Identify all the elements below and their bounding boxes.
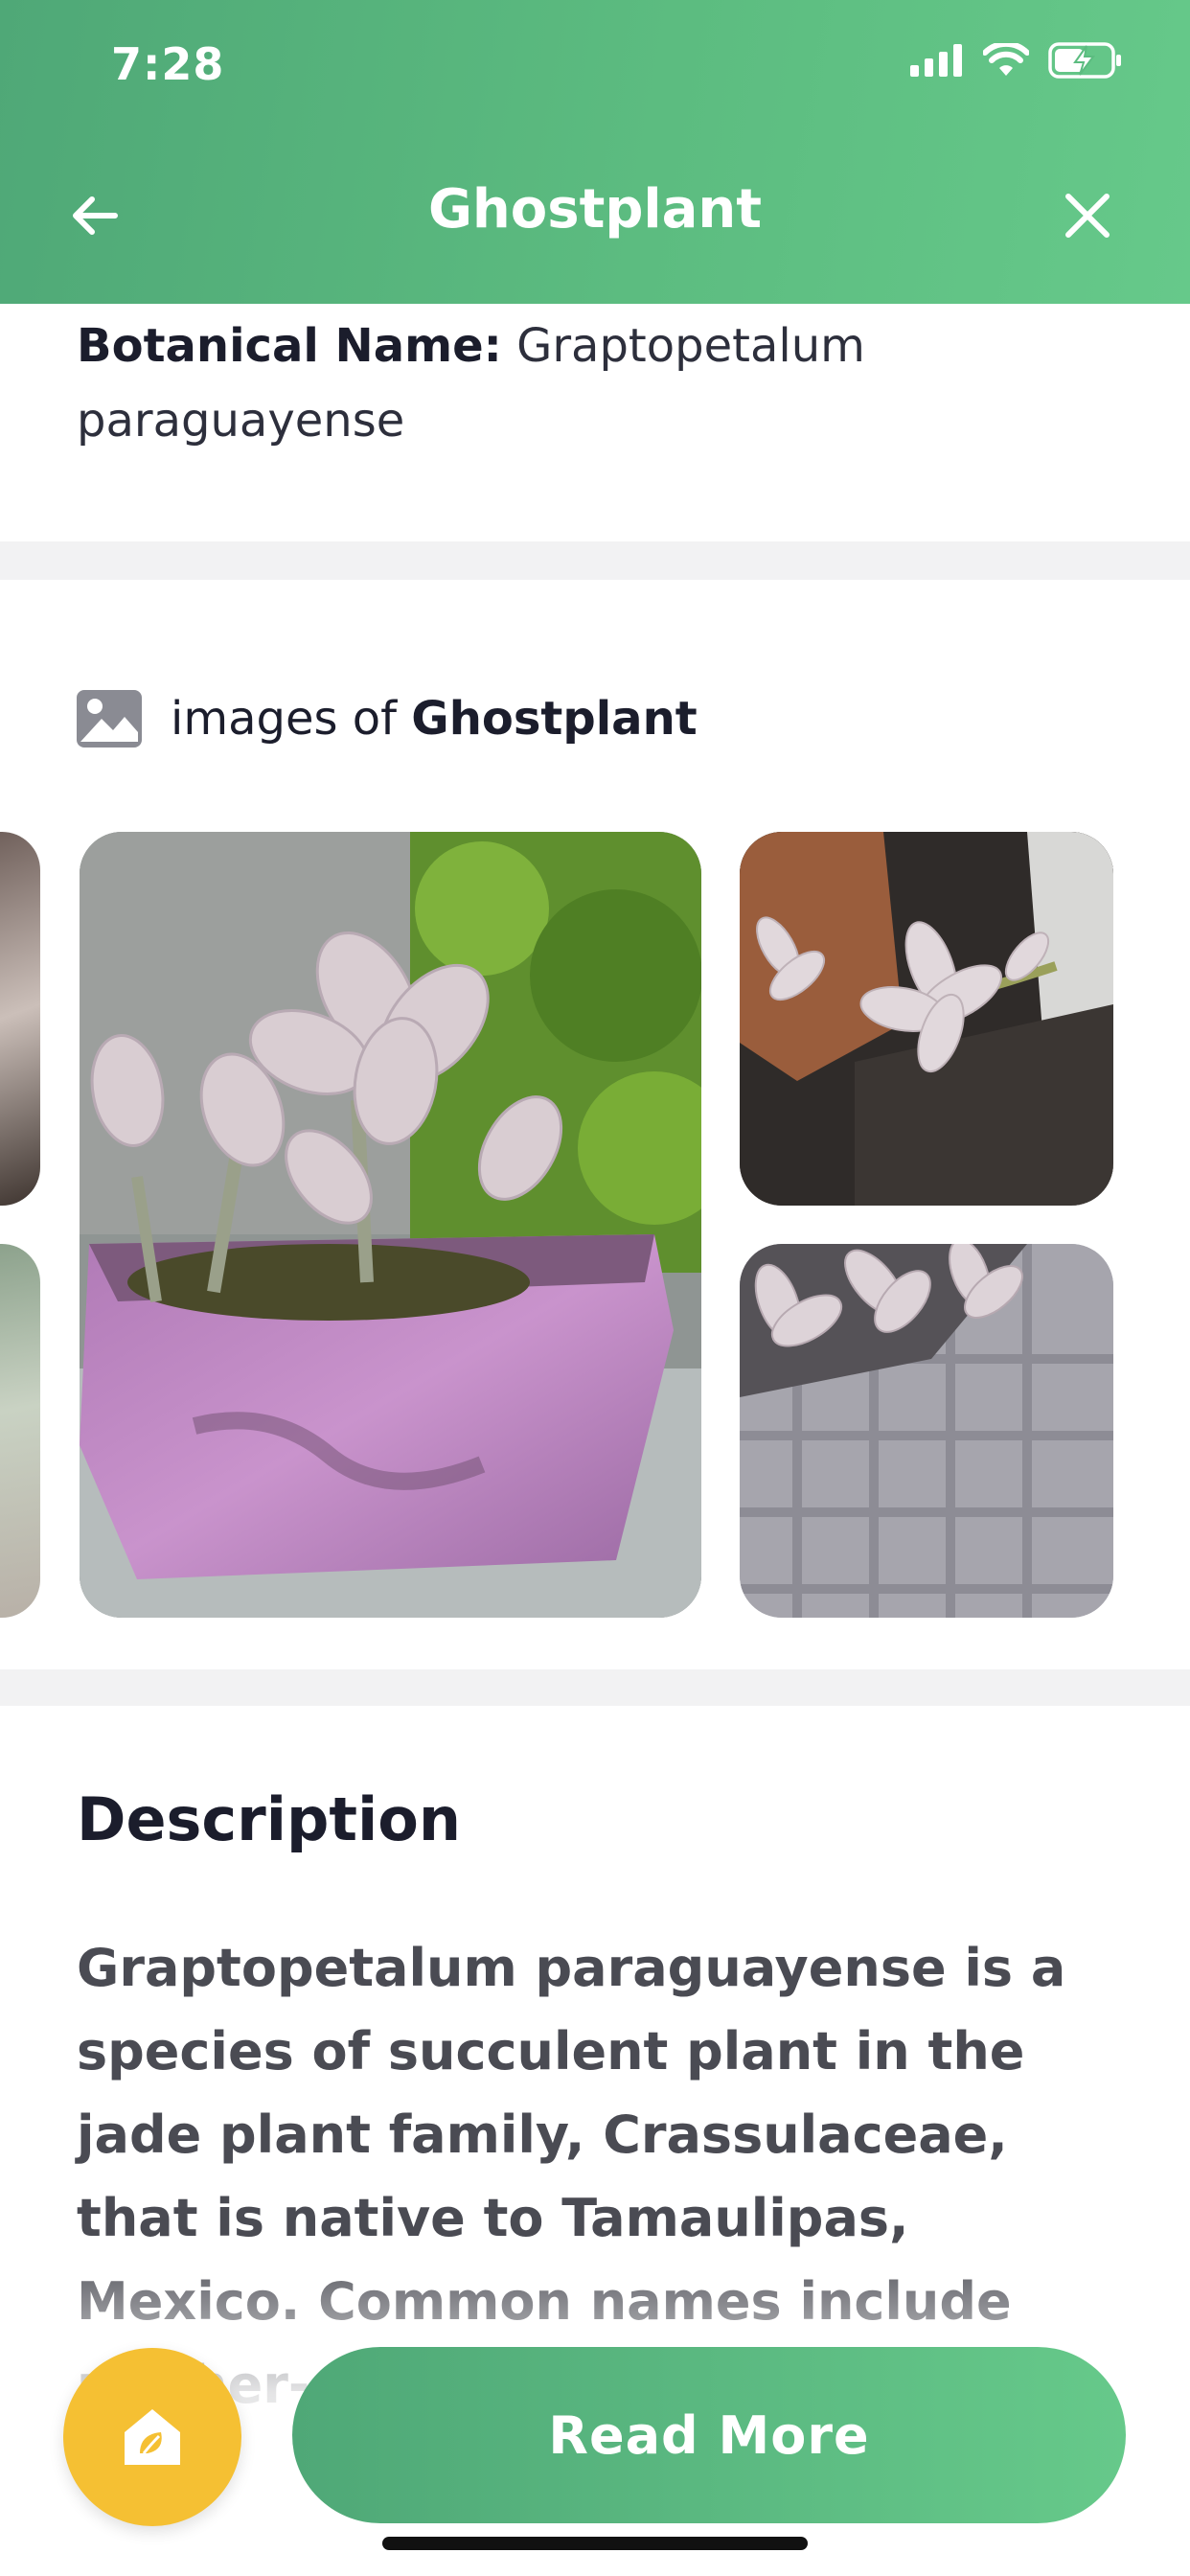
plant-photo-main xyxy=(80,832,701,1618)
cellular-signal-icon xyxy=(910,44,962,77)
plant-image-3[interactable] xyxy=(740,1244,1113,1618)
status-time: 7:28 xyxy=(111,38,225,90)
home-indicator xyxy=(382,2537,808,2550)
description-title: Description xyxy=(77,1784,462,1854)
wifi-icon xyxy=(983,43,1029,76)
plant-home-icon xyxy=(125,2409,180,2465)
close-icon xyxy=(1065,194,1110,238)
section-divider xyxy=(0,541,1190,580)
garden-button[interactable] xyxy=(63,2348,241,2526)
botanical-name: Botanical Name: Graptopetalum paraguayen… xyxy=(77,309,1111,458)
plant-image-2[interactable] xyxy=(740,832,1113,1206)
botanical-name-label: Botanical Name: xyxy=(77,319,502,373)
plant-photo-2 xyxy=(740,832,1113,1206)
images-heading-text: images of Ghostplant xyxy=(171,692,698,746)
plant-image-previous-1[interactable] xyxy=(0,832,40,1206)
read-more-button[interactable]: Read More xyxy=(292,2347,1126,2523)
image-icon xyxy=(77,690,142,748)
plant-image-previous-2[interactable] xyxy=(0,1244,40,1618)
page-title: Ghostplant xyxy=(427,178,763,241)
app-header: 7:28 Ghostplant xyxy=(0,0,1190,304)
images-heading: images of Ghostplant xyxy=(75,688,698,749)
images-heading-prefix: images of xyxy=(171,692,412,746)
battery-charging-icon xyxy=(1048,42,1121,79)
images-heading-plant-name: Ghostplant xyxy=(411,692,698,746)
plant-photo-3 xyxy=(740,1244,1113,1618)
plant-image-main[interactable] xyxy=(80,832,701,1618)
status-icons xyxy=(910,42,1123,79)
section-divider xyxy=(0,1669,1190,1706)
close-button[interactable] xyxy=(1059,187,1116,244)
